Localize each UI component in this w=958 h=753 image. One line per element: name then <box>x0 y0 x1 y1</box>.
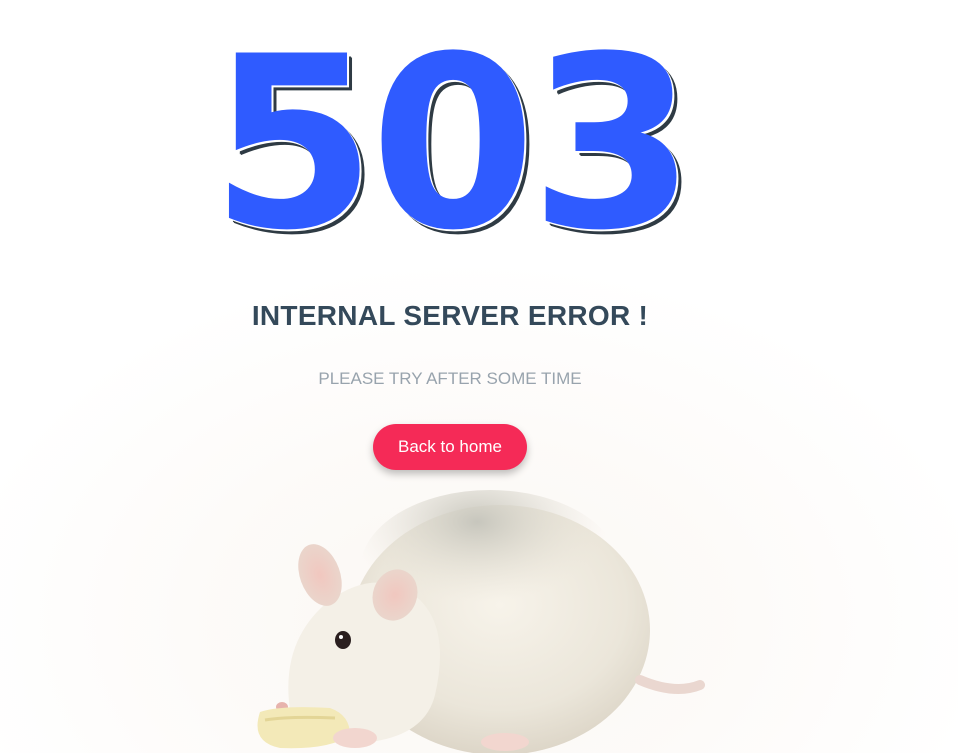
error-code: 503 <box>210 6 696 283</box>
rat-illustration <box>257 490 705 753</box>
back-to-home-button[interactable]: Back to home <box>373 424 527 470</box>
error-message: PLEASE TRY AFTER SOME TIME <box>318 369 582 388</box>
error-page: 503 INTERNAL SERVER ERROR ! PLEASE TRY A… <box>0 0 958 753</box>
error-title: INTERNAL SERVER ERROR ! <box>251 300 649 331</box>
